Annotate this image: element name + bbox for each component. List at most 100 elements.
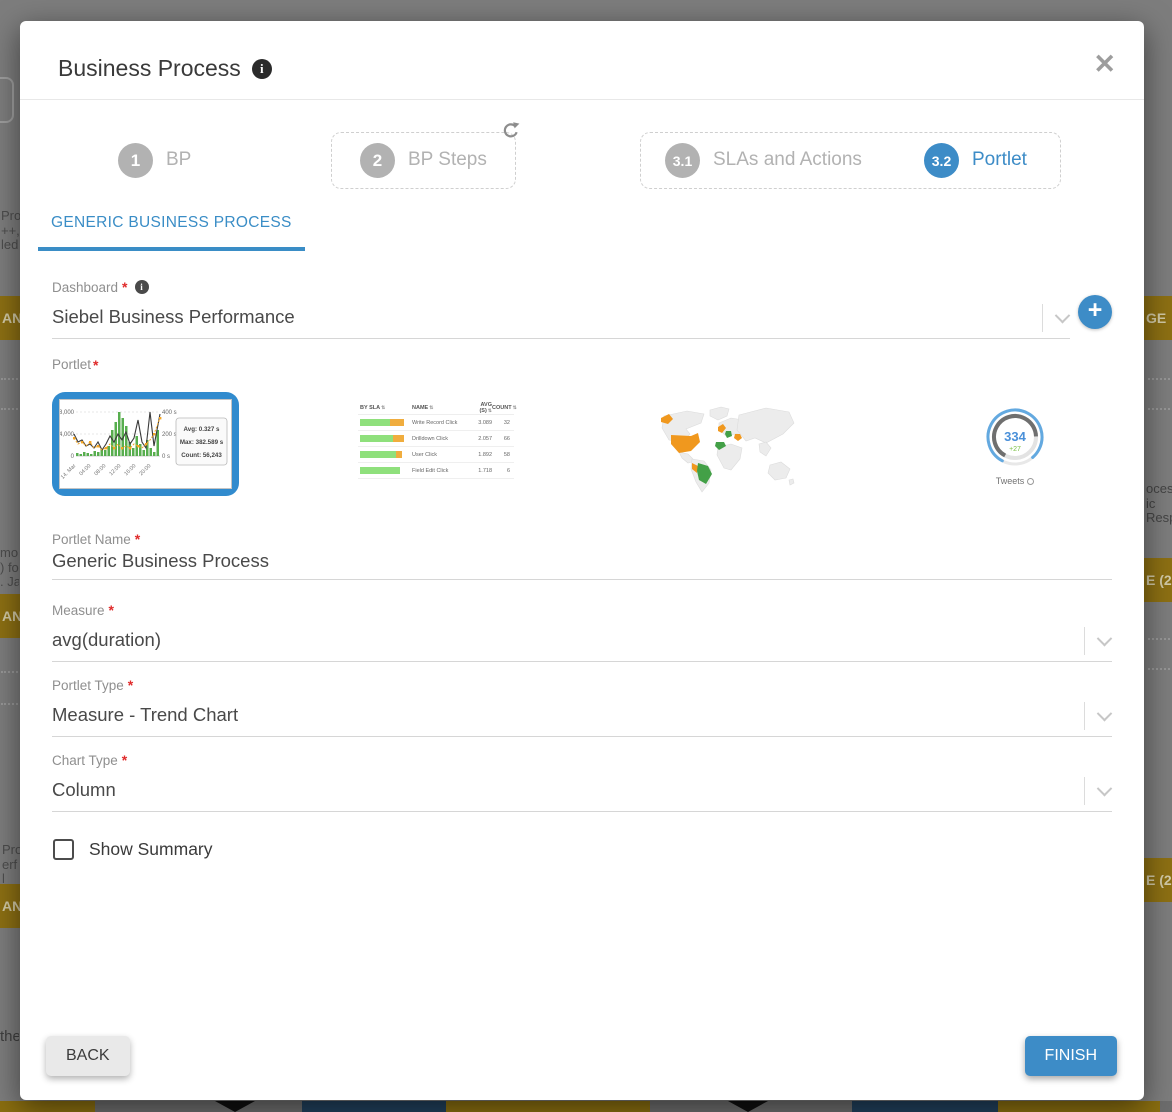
step-1-label: BP xyxy=(166,149,191,171)
background-strip xyxy=(446,1101,650,1112)
dashboard-dropdown-adorner[interactable] xyxy=(1042,304,1068,332)
chevron-down-icon[interactable] xyxy=(1097,780,1113,796)
background-logo-fragment xyxy=(215,1101,255,1112)
dashboard-label: Dashboard* i xyxy=(52,279,149,295)
trend-chart-thumbnail: 8,000 4,000 0 400 s 200 s 0 s xyxy=(60,400,229,486)
portlet-thumb-gauge[interactable]: 334 +27 Tweets xyxy=(965,403,1065,498)
background-text-fragment: Pro++,led xyxy=(1,209,20,253)
close-icon[interactable]: ✕ xyxy=(1093,51,1116,78)
svg-text:04:00: 04:00 xyxy=(78,463,92,477)
background-text-fragment: ocesicResp xyxy=(1146,482,1172,526)
add-dashboard-button[interactable]: + xyxy=(1078,295,1112,329)
chevron-down-icon[interactable] xyxy=(1055,307,1071,323)
portlet-thumb-trend-chart-selected[interactable]: 8,000 4,000 0 400 s 200 s 0 s xyxy=(52,392,239,496)
step-2-number: 2 xyxy=(360,143,395,178)
info-dot-icon xyxy=(1027,478,1034,485)
refresh-icon[interactable] xyxy=(501,121,521,141)
show-summary-checkbox[interactable] xyxy=(53,839,74,860)
chart-type-label: Chart Type* xyxy=(52,752,127,768)
svg-text:08:00: 08:00 xyxy=(93,463,107,477)
divider xyxy=(1084,627,1085,655)
svg-text:4,000: 4,000 xyxy=(60,432,75,438)
background-strip xyxy=(1160,1101,1172,1112)
portlet-thumb-sla-table[interactable]: BY SLA⇅ NAME⇅ AVG (S)⇅ COUNT⇅ Write Reco… xyxy=(358,402,514,481)
info-icon[interactable]: i xyxy=(252,59,272,79)
svg-text:20:00: 20:00 xyxy=(138,463,152,477)
measure-value[interactable]: avg(duration) xyxy=(52,629,161,651)
divider xyxy=(1084,777,1085,805)
world-map-thumbnail xyxy=(655,402,797,494)
svg-text:400 s: 400 s xyxy=(162,410,177,416)
step-2-label: BP Steps xyxy=(408,149,487,171)
gauge-thumbnail: 334 +27 xyxy=(973,403,1057,469)
svg-text:14. Mar: 14. Mar xyxy=(60,463,78,481)
background-divider xyxy=(1,378,18,380)
background-strip xyxy=(998,1101,1160,1112)
svg-text:Max: 382.589 s: Max: 382.589 s xyxy=(180,439,224,446)
chevron-down-icon[interactable] xyxy=(1097,630,1113,646)
sla-table-row: Drilldown Click 2.057 66 xyxy=(358,431,514,447)
gauge-label: Tweets xyxy=(965,476,1065,486)
background-panel-fragment xyxy=(0,77,14,123)
background-divider xyxy=(1,408,18,410)
svg-text:0 s: 0 s xyxy=(162,454,170,460)
chart-type-select[interactable]: Chart Type* Column xyxy=(52,752,1112,812)
svg-text:200 s: 200 s xyxy=(162,432,177,438)
modal-header: Business Process i ✕ xyxy=(20,21,1144,100)
background-divider xyxy=(1148,638,1170,640)
background-text-fragment: Proerfl xyxy=(2,843,20,887)
background-row-badge: GE xyxy=(1144,296,1172,340)
step-3-2-number: 3.2 xyxy=(924,143,959,178)
svg-text:16:00: 16:00 xyxy=(123,463,137,477)
background-strip xyxy=(0,1101,95,1112)
measure-dropdown-adorner[interactable] xyxy=(1084,627,1110,655)
chart-type-dropdown-adorner[interactable] xyxy=(1084,777,1110,805)
portlet-type-dropdown-adorner[interactable] xyxy=(1084,702,1110,730)
portlet-name-value[interactable]: Generic Business Process xyxy=(52,550,269,572)
portlet-name-label: Portlet Name* xyxy=(52,531,140,547)
background-divider xyxy=(1148,378,1170,380)
tab-generic-business-process[interactable]: GENERIC BUSINESS PROCESS xyxy=(38,214,305,251)
background-divider xyxy=(1,671,18,673)
background-row-badge: E (2 xyxy=(1144,858,1172,902)
portlet-name-input[interactable]: Portlet Name* Generic Business Process xyxy=(52,531,1112,580)
step-3-1-label: SLAs and Actions xyxy=(713,149,862,171)
divider xyxy=(1084,702,1085,730)
step-1-number: 1 xyxy=(118,143,153,178)
chevron-down-icon[interactable] xyxy=(1097,705,1113,721)
portlet-type-select[interactable]: Portlet Type* Measure - Trend Chart xyxy=(52,677,1112,737)
background-divider xyxy=(1148,408,1170,410)
background-row-badge: AN xyxy=(0,884,20,928)
step-3-box: 3.1 SLAs and Actions 3.2 Portlet xyxy=(640,132,1061,189)
info-icon[interactable]: i xyxy=(135,280,149,294)
chart-type-value[interactable]: Column xyxy=(52,779,116,801)
sla-table-row: Write Record Click 3.089 32 xyxy=(358,415,514,431)
show-summary-row: Show Summary xyxy=(53,839,213,860)
measure-label: Measure* xyxy=(52,602,114,618)
step-3-2-label: Portlet xyxy=(972,149,1027,171)
background-strip xyxy=(302,1101,446,1112)
measure-select[interactable]: Measure* avg(duration) xyxy=(52,602,1112,662)
dashboard-select[interactable]: Dashboard* i Siebel Business Performance xyxy=(52,279,1070,339)
step-2-box[interactable]: 2 BP Steps xyxy=(331,132,516,189)
svg-text:8,000: 8,000 xyxy=(60,410,75,416)
background-row-badge: AN xyxy=(0,594,20,638)
background-row-badge: E (2 xyxy=(1144,558,1172,602)
divider xyxy=(1042,304,1043,332)
back-button[interactable]: BACK xyxy=(46,1036,130,1076)
portlet-type-label: Portlet Type* xyxy=(52,677,133,693)
dashboard-value[interactable]: Siebel Business Performance xyxy=(52,306,295,328)
background-strip xyxy=(852,1101,998,1112)
portlet-thumb-world-map[interactable] xyxy=(655,402,797,497)
background-divider xyxy=(1,703,18,705)
svg-text:0: 0 xyxy=(71,454,75,460)
finish-button[interactable]: FINISH xyxy=(1025,1036,1117,1076)
background-divider xyxy=(1148,668,1170,670)
svg-text:334: 334 xyxy=(1004,429,1026,444)
background-text-fragment: mo) fo. Ja xyxy=(0,546,19,590)
portlet-type-value[interactable]: Measure - Trend Chart xyxy=(52,704,238,726)
background-text-fragment: the xyxy=(0,1030,19,1045)
svg-text:Count: 56,243: Count: 56,243 xyxy=(181,452,222,459)
svg-text:12:00: 12:00 xyxy=(108,463,122,477)
modal-title: Business Process i xyxy=(58,55,272,82)
